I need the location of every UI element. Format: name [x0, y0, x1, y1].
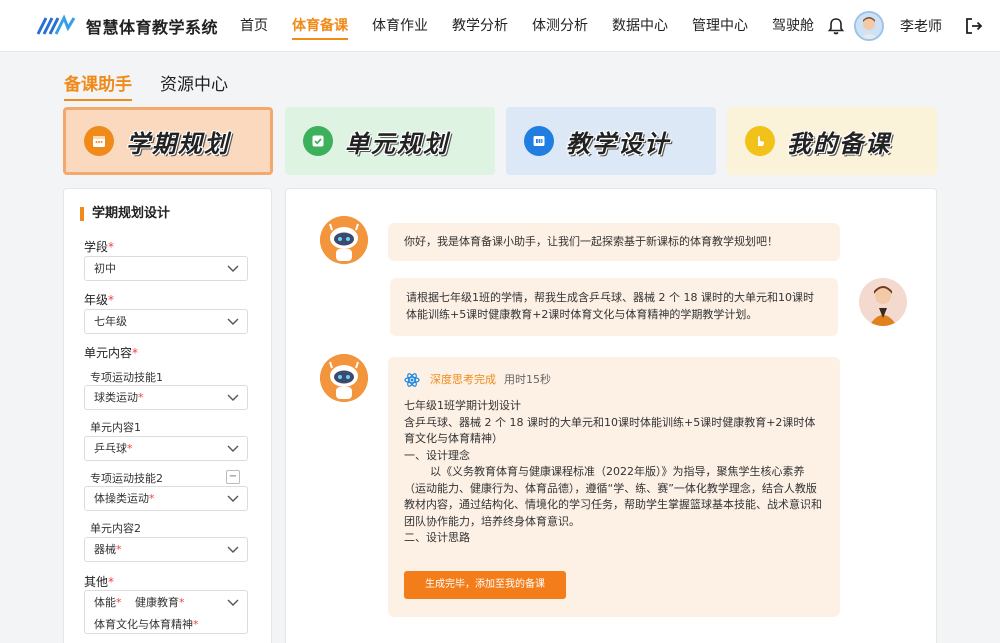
user-avatar[interactable]: [854, 11, 884, 41]
add-to-my-lessons-button[interactable]: 生成完毕，添加至我的备课: [404, 571, 566, 599]
avatar-portrait-icon: [856, 13, 882, 39]
tab-resource-center[interactable]: 资源中心: [160, 70, 228, 101]
unit2-label: 单元内容2: [90, 522, 141, 535]
grade-label: 年级*: [84, 293, 115, 307]
other-label: 其他*: [84, 575, 115, 589]
chevron-down-icon: [227, 394, 239, 401]
chevron-down-icon: [227, 599, 239, 606]
answer-paragraph: 以《义务教育体育与健康课程标准（2022年版）》为指导，聚焦学生核心素养（运动能…: [404, 465, 822, 528]
main-nav: 首页 体育备课 体育作业 教学分析 体测分析 数据中心 管理中心 驾驶舱: [240, 0, 838, 52]
app-title: 智慧体育教学系统: [86, 18, 219, 37]
stage-label: 学段*: [84, 240, 115, 254]
nav-home[interactable]: 首页: [240, 0, 268, 52]
other-multiselect[interactable]: 体能* 健康教育* 体育文化与体育精神*: [84, 590, 248, 634]
nav-admin-center[interactable]: 管理中心: [692, 0, 748, 52]
atom-icon: [404, 372, 420, 387]
chevron-down-icon: [227, 265, 239, 272]
chevron-down-icon: [227, 318, 239, 325]
robot-icon: [320, 216, 368, 264]
remove-skill2-button[interactable]: −: [226, 470, 240, 484]
logo-icon: [36, 14, 76, 35]
skill1-label: 专项运动技能1: [90, 371, 163, 384]
unit1-select[interactable]: 乒乓球*: [84, 436, 248, 461]
book-icon: [524, 126, 554, 156]
nav-fitness-analysis[interactable]: 体测分析: [532, 0, 588, 52]
grade-select[interactable]: 七年级: [84, 309, 248, 334]
check-square-icon: [303, 126, 333, 156]
user-chat-avatar: [859, 278, 907, 326]
user-area: 李老师: [826, 0, 984, 52]
answer-title: 七年级1班学期计划设计: [404, 399, 521, 412]
chevron-down-icon: [227, 495, 239, 502]
thinking-status[interactable]: 深度思考完成 用时15秒: [404, 371, 824, 388]
mode-label: 我的备课: [787, 129, 891, 158]
skill1-select[interactable]: 球类运动*: [84, 385, 248, 410]
stage-select[interactable]: 初中: [84, 256, 248, 281]
teacher-avatar-icon: [859, 278, 907, 326]
nav-cockpit[interactable]: 驾驶舱: [772, 0, 814, 52]
unit1-label: 单元内容1: [90, 421, 141, 434]
sub-tabs: 备课助手 资源中心: [64, 70, 256, 101]
bot-avatar: [320, 216, 368, 264]
other-tag-culture: 体育文化与体育精神*: [94, 618, 199, 631]
nav-teaching-analysis[interactable]: 教学分析: [452, 0, 508, 52]
logout-icon[interactable]: [964, 16, 984, 36]
hand-icon: [745, 126, 775, 156]
mode-my-lessons[interactable]: 我的备课: [727, 107, 937, 175]
mode-label: 教学设计: [566, 129, 670, 158]
form-title: 学期规划设计: [80, 207, 170, 221]
unit2-select[interactable]: 器械*: [84, 537, 248, 562]
nav-data-center[interactable]: 数据中心: [612, 0, 668, 52]
bot-message: 你好，我是体育备课小助手，让我们一起探索基于新课标的体育教学规划吧！: [388, 223, 840, 261]
mode-label: 学期规划: [126, 129, 230, 158]
calendar-icon: [84, 126, 114, 156]
skill2-select[interactable]: 体操类运动*: [84, 486, 248, 511]
chevron-down-icon: [227, 445, 239, 452]
skill2-label: 专项运动技能2: [90, 472, 163, 485]
top-bar: 智慧体育教学系统 首页 体育备课 体育作业 教学分析 体测分析 数据中心 管理中…: [0, 0, 1000, 52]
unit-content-label: 单元内容*: [84, 346, 139, 360]
user-message: 请根据七年级1班的学情，帮我生成含乒乓球、器械 2 个 18 课时的大单元和10…: [390, 278, 838, 336]
mode-unit-plan[interactable]: 单元规划: [285, 107, 495, 175]
bot-avatar: [320, 354, 368, 402]
robot-icon: [320, 354, 368, 402]
answer-section-2: 二、设计思路: [404, 531, 470, 544]
mode-semester-plan[interactable]: 学期规划: [63, 107, 273, 175]
app-logo[interactable]: 智慧体育教学系统: [36, 14, 218, 38]
nav-lesson-prep[interactable]: 体育备课: [292, 0, 348, 52]
thinking-done-label: 深度思考完成: [430, 373, 496, 386]
bell-icon[interactable]: [826, 16, 846, 36]
mode-label: 单元规划: [345, 129, 449, 158]
username[interactable]: 李老师: [900, 16, 942, 36]
other-tag-fitness: 体能*: [94, 596, 122, 609]
chevron-down-icon: [227, 546, 239, 553]
thinking-time: 用时15秒: [504, 373, 551, 386]
answer-section-1: 一、设计理念: [404, 448, 470, 462]
mode-teaching-design[interactable]: 教学设计: [506, 107, 716, 175]
nav-homework[interactable]: 体育作业: [372, 0, 428, 52]
bot-answer: 深度思考完成 用时15秒 七年级1班学期计划设计 含乒乓球、器械 2 个 18 …: [388, 357, 840, 617]
chat-panel: 你好，我是体育备课小助手，让我们一起探索基于新课标的体育教学规划吧！ 请根据七年…: [285, 188, 937, 643]
semester-plan-form: 学期规划设计 学段* 初中 年级* 七年级 单元内容* 专项运动技能1 球类运动…: [63, 188, 272, 643]
other-tag-health: 健康教育*: [135, 596, 185, 609]
answer-subtitle: 含乒乓球、器械 2 个 18 课时的大单元和10课时体能训练+5课时健康教育+2…: [404, 415, 816, 446]
tab-lesson-assistant[interactable]: 备课助手: [64, 70, 132, 101]
